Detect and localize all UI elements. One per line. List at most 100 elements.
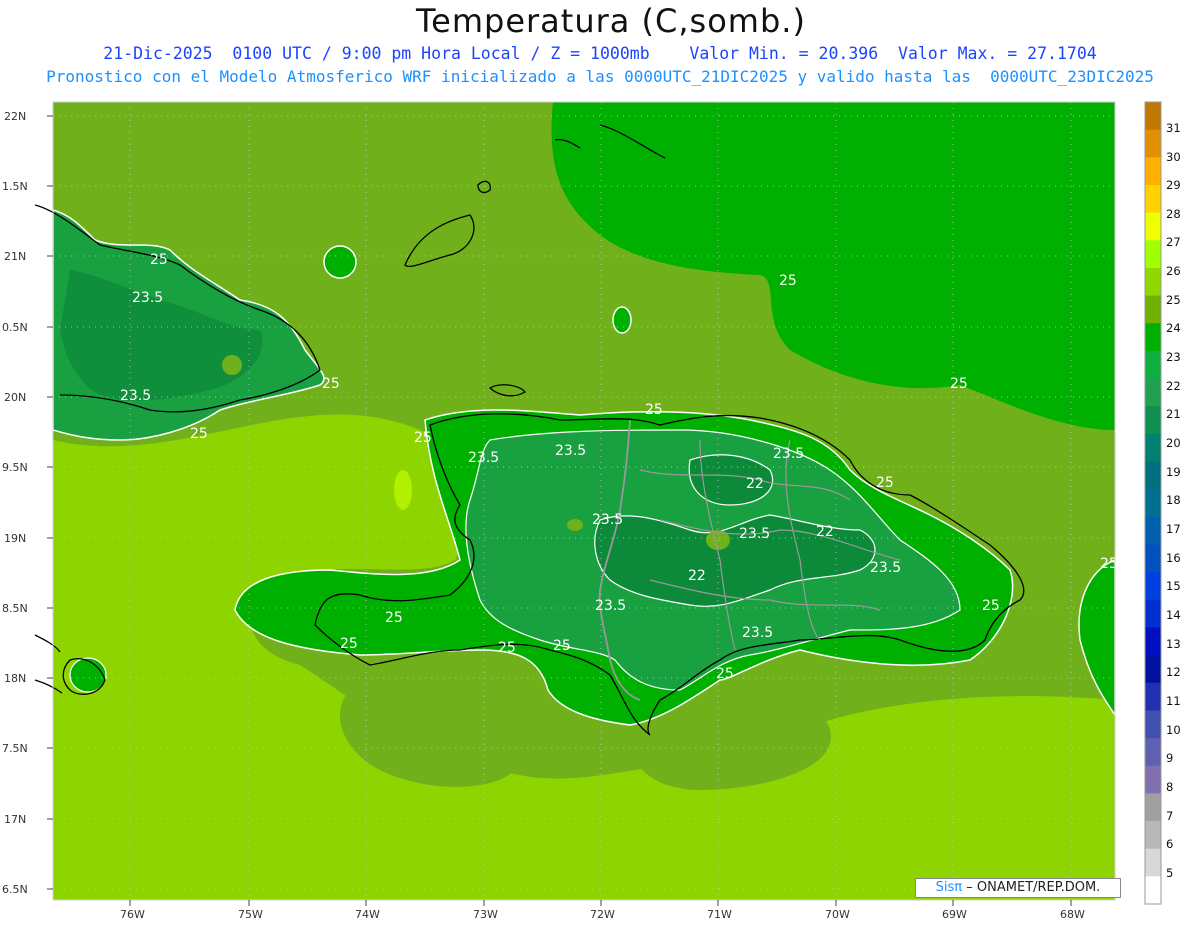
- colorbar-swatch: [1145, 489, 1161, 518]
- colorbar-swatch: [1145, 655, 1161, 684]
- colorbar-label: 6: [1166, 837, 1173, 851]
- contour-label: 25: [340, 636, 358, 652]
- lat-label: 0.5N: [2, 321, 28, 334]
- colorbar-swatch: [1145, 240, 1161, 269]
- colorbar-label: 9: [1166, 751, 1173, 765]
- colorbar-label: 21: [1166, 407, 1181, 421]
- contour-label: 23.5: [132, 290, 163, 306]
- lat-label: 20N: [4, 391, 26, 404]
- colorbar-label: 17: [1166, 522, 1181, 536]
- colorbar-label: 12: [1166, 665, 1181, 679]
- colorbar-swatch: [1145, 765, 1161, 794]
- lon-label: 73W: [473, 908, 498, 921]
- colorbar-label: 29: [1166, 178, 1181, 192]
- colorbar-swatch: [1145, 876, 1161, 905]
- contour-label: 25: [950, 376, 968, 392]
- contour-label: 23.5: [742, 625, 773, 641]
- forecast-map: 25 23.5 23.5 25 25 25 25 23.5 23.5 25 23…: [2, 101, 1181, 921]
- colorbar-swatch: [1145, 848, 1161, 877]
- colorbar-label: 20: [1166, 436, 1181, 450]
- colorbar-label: 5: [1166, 866, 1173, 880]
- credit-sis: Sisπ: [935, 880, 963, 895]
- colorbar-swatch: [1145, 350, 1161, 380]
- lon-label: 76W: [120, 908, 145, 921]
- colorbar-label: 27: [1166, 235, 1181, 249]
- contour-label: 25: [150, 252, 168, 268]
- colorbar-swatch: [1145, 627, 1161, 656]
- colorbar-swatch: [1145, 295, 1161, 324]
- contour-label: 23.5: [555, 443, 586, 459]
- contour-label: 25: [645, 402, 663, 418]
- colorbar-swatch: [1145, 102, 1161, 131]
- lon-label: 72W: [590, 908, 615, 921]
- lat-label: 6.5N: [2, 883, 28, 896]
- colorbar-label: 18: [1166, 493, 1181, 507]
- colorbar-label: 31: [1166, 121, 1181, 135]
- temperature-field: [53, 102, 1115, 900]
- colorbar-swatch: [1145, 323, 1161, 352]
- colorbar-label: 10: [1166, 723, 1181, 737]
- colorbar-swatch: [1145, 406, 1161, 435]
- lon-ticks: [129, 900, 1072, 906]
- colorbar-labels: 31 30 29 28 27 26 25 24 23 22 21 20 19 1…: [1166, 121, 1181, 880]
- credit-text: – ONAMET/REP.DOM.: [966, 880, 1101, 895]
- warm-spot-land-2: [567, 519, 583, 531]
- lon-label: 68W: [1060, 908, 1085, 921]
- colorbar-label: 25: [1166, 293, 1181, 307]
- colorbar-swatch: [1145, 378, 1161, 407]
- colorbar-swatch: [1145, 710, 1161, 739]
- colorbar-swatch: [1145, 544, 1161, 573]
- contour-label: 25: [716, 666, 734, 682]
- sea-cell: [323, 245, 357, 279]
- latitude-axis: 22N 1.5N 21N 0.5N 20N 9.5N 19N 8.5N 18N …: [2, 110, 28, 896]
- colorbar-swatch: [1145, 184, 1161, 214]
- colorbar: [1144, 101, 1162, 905]
- colorbar-label: 13: [1166, 637, 1181, 651]
- lat-label: 9.5N: [2, 461, 28, 474]
- contour-label: 22: [816, 524, 834, 540]
- colorbar-swatch: [1145, 157, 1161, 186]
- colorbar-swatch: [1145, 682, 1161, 711]
- warm-spot: [1024, 728, 1060, 772]
- lon-label: 74W: [355, 908, 380, 921]
- colorbar-label: 26: [1166, 264, 1181, 278]
- lat-label: 18N: [4, 672, 26, 685]
- colorbar-label: 22: [1166, 379, 1181, 393]
- colorbar-label: 14: [1166, 608, 1181, 622]
- contour-label: 25: [779, 273, 797, 289]
- lat-label: 1.5N: [2, 180, 28, 193]
- contour-label: 25: [322, 376, 340, 392]
- lat-ticks: [47, 115, 53, 890]
- contour-label: 23.5: [739, 526, 770, 542]
- lat-label: 7.5N: [2, 742, 28, 755]
- colorbar-swatch: [1145, 267, 1161, 297]
- contour-label: 23.5: [595, 598, 626, 614]
- contour-label: 23.5: [120, 388, 151, 404]
- colorbar-label: 16: [1166, 551, 1181, 565]
- contour-label: 23.5: [468, 450, 499, 466]
- colorbar-label: 23: [1166, 350, 1181, 364]
- colorbar-swatch: [1145, 793, 1161, 822]
- sea-cell-2: [612, 306, 632, 334]
- contour-label: 25: [498, 640, 516, 656]
- contour-label: 22: [688, 568, 706, 584]
- colorbar-swatch: [1145, 516, 1161, 545]
- colorbar-swatch: [1145, 212, 1161, 241]
- contour-label: 25: [553, 638, 571, 654]
- contour-label: 25: [385, 610, 403, 626]
- lon-label: 71W: [707, 908, 732, 921]
- colorbar-label: 24: [1166, 321, 1181, 335]
- warm-spot-cuba: [222, 355, 242, 375]
- colorbar-label: 28: [1166, 207, 1181, 221]
- lon-label: 70W: [825, 908, 850, 921]
- colorbar-swatch: [1145, 821, 1161, 850]
- colorbar-label: 8: [1166, 780, 1173, 794]
- warm-spot-2: [394, 470, 412, 510]
- colorbar-label: 7: [1166, 809, 1173, 823]
- colorbar-swatch: [1145, 433, 1161, 463]
- contour-label: 25: [414, 430, 432, 446]
- lat-label: 8.5N: [2, 602, 28, 615]
- colorbar-label: 30: [1166, 150, 1181, 164]
- lat-label: 17N: [4, 813, 26, 826]
- contour-label: 25: [876, 475, 894, 491]
